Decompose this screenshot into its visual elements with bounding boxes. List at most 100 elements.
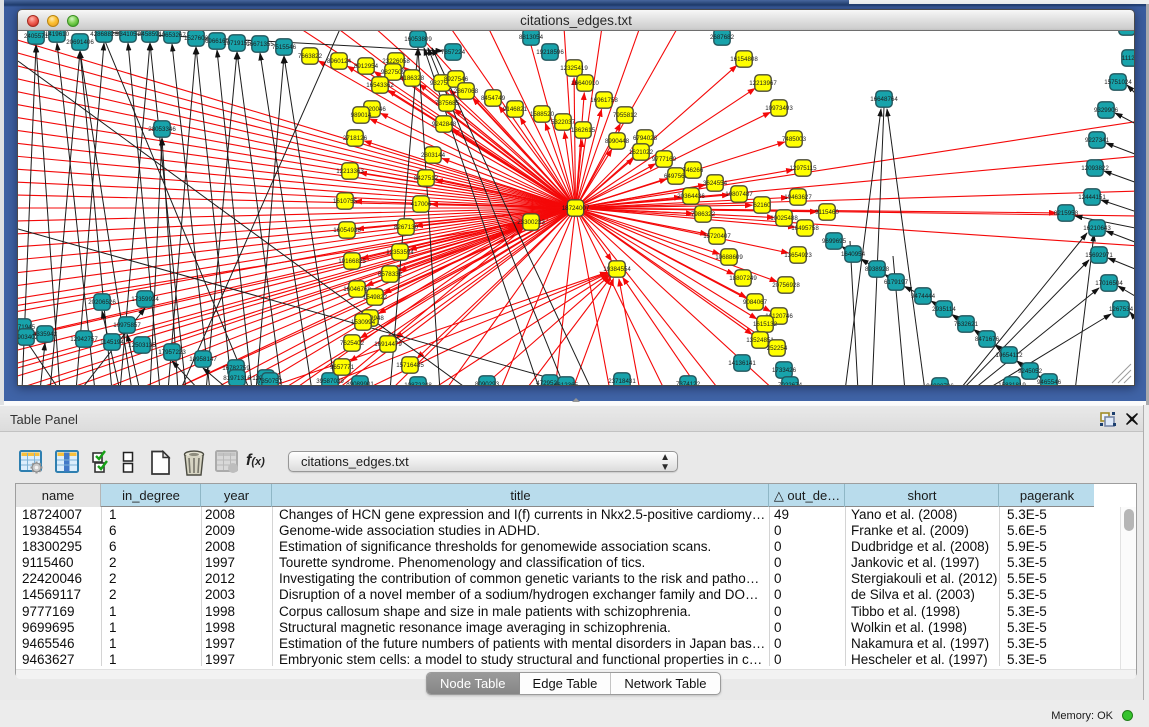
svg-text:3341057: 3341057: [116, 31, 141, 38]
svg-text:12213967: 12213967: [749, 80, 777, 87]
svg-text:20691406: 20691406: [66, 39, 94, 46]
svg-text:7374122: 7374122: [676, 381, 701, 385]
svg-text:16961758: 16961758: [590, 97, 618, 104]
svg-text:7986322: 7986322: [691, 211, 716, 218]
svg-text:2687682: 2687682: [710, 34, 735, 41]
svg-text:19218596: 19218596: [536, 49, 564, 56]
svg-text:7955812: 7955812: [613, 112, 638, 119]
svg-text:417006: 417006: [411, 201, 432, 208]
svg-text:1640954: 1640954: [841, 251, 866, 258]
svg-text:20206526: 20206526: [88, 299, 116, 306]
svg-text:8960124: 8960124: [327, 58, 352, 65]
svg-text:9227341: 9227341: [1085, 137, 1110, 144]
svg-text:23718431: 23718431: [608, 378, 636, 385]
svg-text:12942757: 12942757: [70, 336, 98, 343]
svg-text:9242848: 9242848: [432, 121, 457, 128]
svg-text:7022674: 7022674: [778, 382, 803, 385]
svg-text:16543362: 16543362: [366, 82, 394, 89]
svg-text:2935114: 2935114: [932, 306, 956, 313]
svg-text:8578332: 8578332: [378, 271, 403, 278]
svg-text:28053346: 28053346: [148, 126, 176, 133]
svg-text:1733426: 1733426: [772, 367, 797, 374]
svg-text:12213363: 12213363: [336, 168, 364, 175]
svg-text:15751024: 15751024: [1104, 79, 1132, 86]
svg-text:7663822: 7663822: [298, 53, 323, 60]
svg-text:89089901: 89089901: [346, 381, 374, 385]
svg-text:7875685: 7875685: [435, 100, 460, 107]
svg-text:19166825: 19166825: [338, 258, 366, 265]
svg-text:12093822: 12093822: [1081, 165, 1109, 172]
svg-text:8990448: 8990448: [605, 138, 630, 145]
svg-text:15831819: 15831819: [998, 382, 1026, 385]
svg-text:17359924: 17359924: [131, 296, 159, 303]
svg-text:9777169: 9777169: [652, 156, 677, 163]
svg-text:1549822: 1549822: [363, 294, 388, 301]
svg-text:6794028: 6794028: [633, 135, 658, 142]
svg-text:8090293: 8090293: [475, 381, 500, 385]
svg-text:7350753: 7350753: [258, 378, 283, 385]
svg-text:12975115: 12975115: [789, 165, 817, 172]
svg-text:16648764: 16648764: [870, 96, 898, 103]
svg-text:12444151: 12444151: [1078, 194, 1106, 201]
svg-text:42868828: 42868828: [90, 31, 118, 38]
svg-text:2867068: 2867068: [454, 88, 479, 95]
svg-text:9146821: 9146821: [503, 106, 528, 113]
svg-text:16053809: 16053809: [404, 36, 432, 43]
svg-text:8938928: 8938928: [865, 266, 890, 273]
svg-text:3624554: 3624554: [703, 180, 728, 187]
svg-text:8454749: 8454749: [481, 95, 506, 102]
svg-text:16154808: 16154808: [730, 56, 758, 63]
svg-text:17957223: 17957223: [158, 349, 186, 356]
svg-text:15716485: 15716485: [396, 362, 424, 369]
svg-text:10958147: 10958147: [189, 356, 217, 363]
svg-text:18724007: 18724007: [562, 205, 590, 212]
svg-text:10872248: 10872248: [404, 382, 432, 385]
svg-text:8267130: 8267130: [394, 224, 419, 231]
svg-text:7515546: 7515546: [272, 44, 297, 51]
svg-text:8427512: 8427512: [414, 175, 439, 182]
svg-text:4612365: 4612365: [554, 382, 579, 385]
svg-text:1610755: 1610755: [333, 198, 358, 205]
svg-text:16210643: 16210643: [1083, 225, 1111, 232]
svg-text:19384554: 19384554: [603, 266, 631, 273]
svg-text:1621022: 1621022: [629, 149, 654, 156]
svg-text:9474444: 9474444: [911, 293, 936, 300]
svg-text:9115460: 9115460: [815, 209, 839, 216]
svg-text:7857224: 7857224: [441, 49, 466, 56]
svg-text:9699695: 9699695: [822, 238, 847, 245]
svg-text:8215958: 8215958: [1054, 210, 1079, 217]
svg-text:10973493: 10973493: [765, 105, 793, 112]
svg-text:16495758: 16495758: [791, 225, 819, 232]
svg-text:62160: 62160: [753, 202, 771, 209]
svg-text:1145194: 1145194: [100, 339, 124, 346]
svg-text:7625402: 7625402: [340, 340, 365, 347]
svg-text:9657771: 9657771: [330, 364, 355, 371]
svg-text:10025488: 10025488: [770, 215, 798, 222]
svg-text:1362615: 1362615: [571, 127, 596, 134]
svg-text:1419610: 1419610: [45, 31, 70, 38]
svg-text:8471676: 8471676: [975, 336, 1000, 343]
svg-text:8186328: 8186328: [400, 75, 425, 82]
svg-text:9329906: 9329906: [1094, 107, 1119, 114]
svg-text:15692971: 15692971: [1085, 252, 1113, 259]
svg-text:6179197: 6179197: [884, 279, 909, 286]
svg-text:10688609: 10688609: [715, 254, 743, 261]
svg-text:8912954: 8912954: [354, 63, 379, 70]
svg-text:10807487: 10807487: [725, 191, 753, 198]
svg-text:7632621: 7632621: [954, 321, 979, 328]
svg-text:13654923: 13654923: [784, 252, 812, 259]
svg-text:252254: 252254: [767, 345, 788, 352]
svg-text:16640910: 16640910: [571, 80, 599, 87]
svg-text:10975857: 10975857: [113, 322, 141, 329]
svg-text:9084067: 9084067: [743, 299, 768, 306]
svg-text:2803144: 2803144: [421, 152, 446, 159]
svg-text:10653267: 10653267: [158, 32, 186, 39]
svg-text:5322037: 5322037: [551, 119, 576, 126]
svg-text:91030736: 91030736: [926, 383, 954, 385]
svg-text:11123: 11123: [1122, 55, 1134, 62]
svg-text:1267534: 1267534: [1109, 306, 1134, 313]
svg-text:18807249: 18807249: [729, 275, 757, 282]
svg-text:2718126: 2718126: [343, 135, 368, 142]
svg-text:14136141: 14136141: [728, 360, 756, 367]
svg-text:17016504: 17016504: [1095, 280, 1123, 287]
